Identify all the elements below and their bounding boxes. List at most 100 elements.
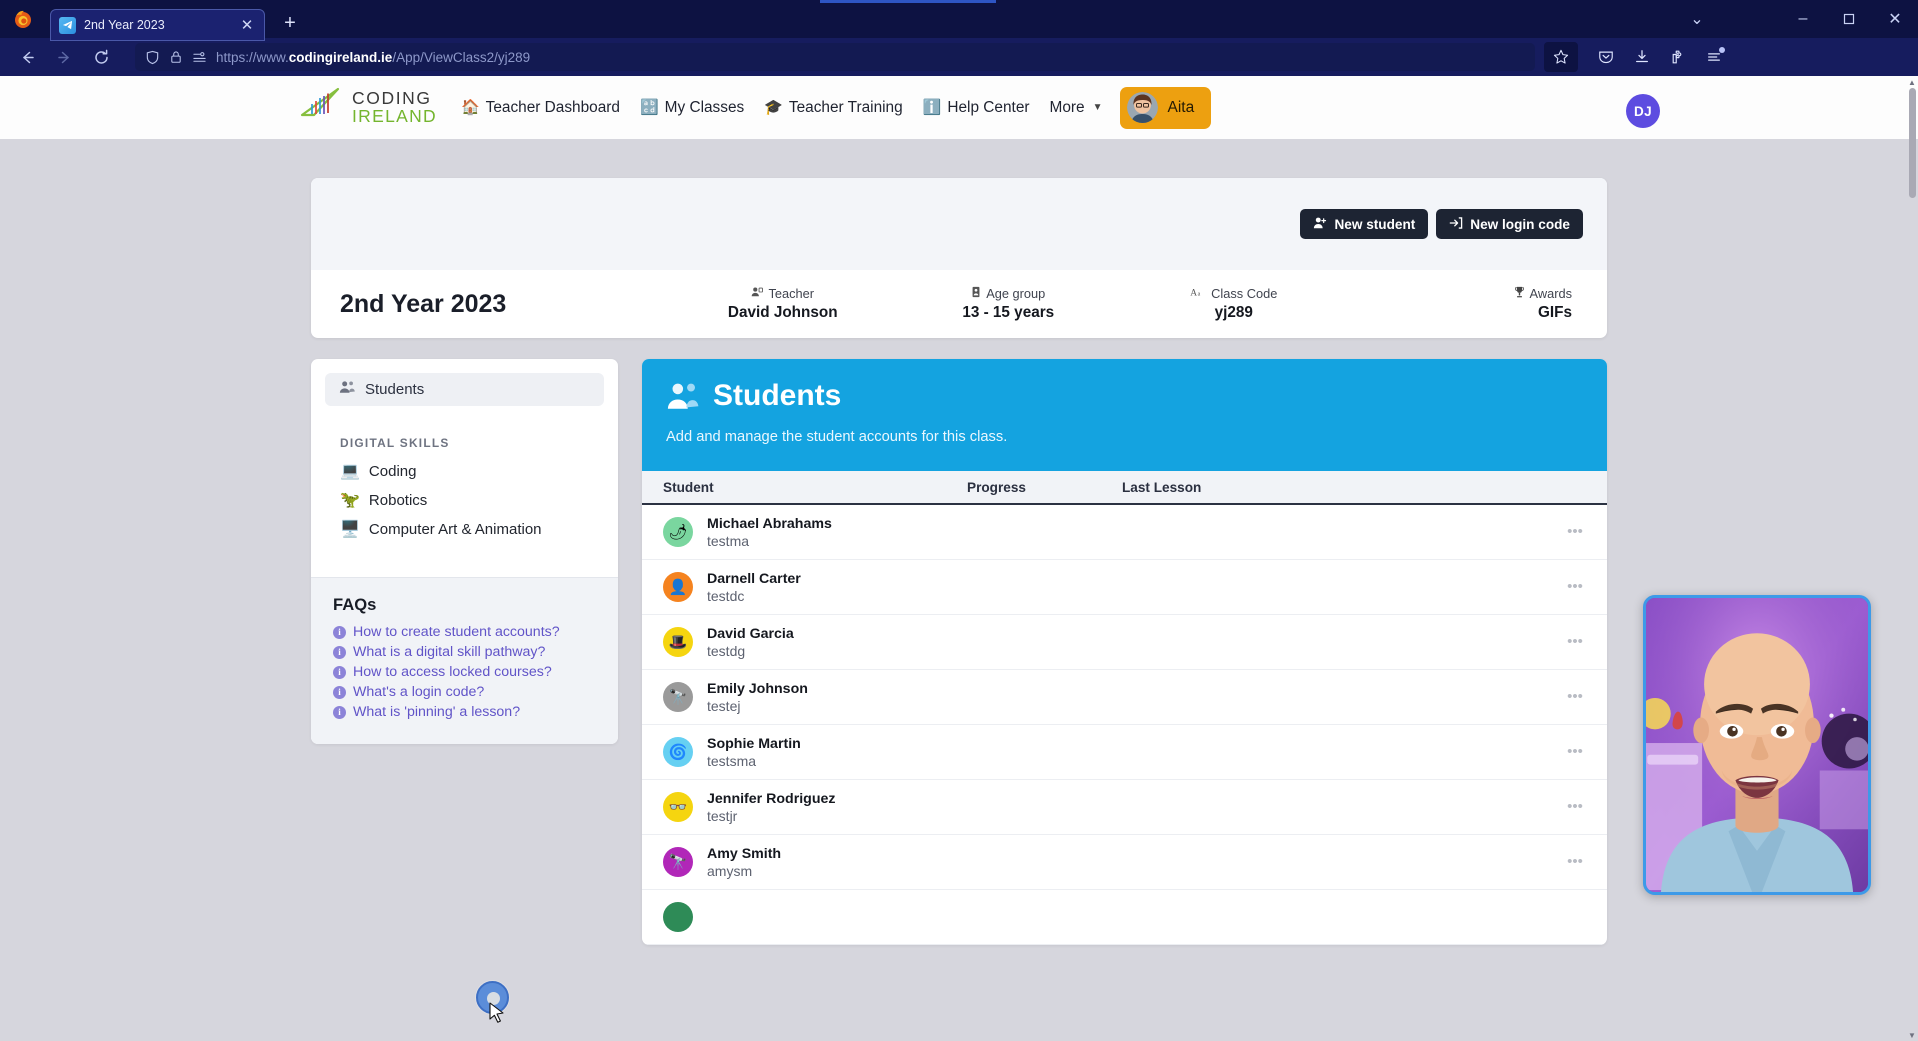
sidebar-item-label: Students — [365, 381, 425, 398]
button-label: New student — [1334, 216, 1416, 232]
info-icon: i — [333, 685, 346, 699]
sidebar-item-coding[interactable]: 💻 Coding — [325, 457, 604, 486]
firefox-logo-icon — [8, 0, 38, 38]
nav-label: My Classes — [664, 98, 745, 116]
table-row[interactable]: 🌀 Sophie Martin testsma • • • — [642, 725, 1607, 780]
page-scrollbar[interactable]: ▲ ▼ — [1906, 76, 1918, 1041]
sidebar-item-computer-art-animation[interactable]: 🖥️ Computer Art & Animation — [325, 515, 604, 544]
table-row[interactable]: 🎩 David Garcia testdg • • • — [642, 615, 1607, 670]
scroll-up-arrow[interactable]: ▲ — [1907, 76, 1917, 88]
faq-link-label: What is a digital skill pathway? — [353, 644, 546, 660]
faq-link[interactable]: i What's a login code? — [333, 684, 596, 700]
tab-strip: 2nd Year 2023 ✕ + ⌄ – ✕ — [0, 0, 1918, 41]
meta-label-row: Teacher — [670, 286, 896, 301]
url-path: /App/ViewClass2/yj289 — [392, 49, 531, 65]
faq-link[interactable]: i How to create student accounts? — [333, 624, 596, 640]
list-all-tabs-icon[interactable]: ⌄ — [1674, 0, 1720, 38]
faq-link-label: What is 'pinning' a lesson? — [353, 704, 521, 720]
permissions-icon[interactable] — [192, 50, 207, 65]
shield-icon[interactable] — [145, 50, 160, 65]
meta-label-row: Awards — [1347, 286, 1572, 301]
student-identity: Darnell Carter testdc — [707, 571, 801, 604]
house-icon: 🏠 — [460, 99, 480, 116]
sidebar-item-label: Coding — [368, 463, 417, 480]
browser-tab[interactable]: 2nd Year 2023 ✕ — [50, 9, 265, 41]
kebab-menu-icon[interactable]: • • • — [1543, 689, 1607, 704]
nav-teacher-dashboard[interactable]: 🏠 Teacher Dashboard — [461, 99, 620, 117]
browser-window: 2nd Year 2023 ✕ + ⌄ – ✕ https://www.codi… — [0, 0, 1918, 1041]
user-avatar[interactable]: DJ — [1626, 94, 1660, 128]
people-icon — [666, 381, 700, 411]
lock-icon[interactable] — [169, 50, 183, 64]
hero-title-row: Students — [666, 379, 1583, 413]
nav-label: More — [1049, 98, 1085, 116]
table-row-partial[interactable] — [642, 890, 1607, 945]
student-identity: Sophie Martin testsma — [707, 736, 801, 769]
back-icon[interactable] — [10, 42, 44, 72]
pocket-icon[interactable] — [1589, 42, 1623, 72]
table-row[interactable]: 🌶 Michael Abrahams testma • • • — [642, 505, 1607, 560]
new-login-code-button[interactable]: New login code — [1436, 209, 1583, 239]
student-name: Darnell Carter — [707, 570, 801, 587]
aita-assistant-button[interactable]: Aita — [1120, 86, 1212, 129]
forward-icon[interactable] — [47, 42, 81, 72]
student-cell: 🌶 Michael Abrahams testma — [642, 516, 967, 549]
student-identity: Jennifer Rodriguez testjr — [707, 791, 836, 824]
url-prefix: https://www. — [216, 49, 289, 65]
close-icon[interactable]: ✕ — [238, 18, 256, 33]
nav-help-center[interactable]: ℹ️ Help Center — [923, 99, 1030, 117]
nav-more[interactable]: More ▼ — [1050, 99, 1103, 117]
faq-link-label: How to access locked courses? — [353, 664, 552, 680]
faq-link[interactable]: i How to access locked courses? — [333, 664, 596, 680]
avatar: 👤 — [663, 572, 693, 602]
table-row[interactable]: 👤 Darnell Carter testdc • • • — [642, 560, 1607, 615]
meta-value: David Johnson — [727, 304, 838, 321]
meta-value: 13 - 15 years — [962, 304, 1055, 321]
maximize-icon[interactable] — [1826, 0, 1872, 38]
bookmark-star-icon[interactable] — [1544, 42, 1578, 72]
faq-section: FAQs i How to create student accounts? i… — [311, 577, 618, 744]
kebab-menu-icon[interactable]: • • • — [1543, 744, 1607, 759]
nav-teacher-training[interactable]: 🎓 Teacher Training — [764, 99, 902, 117]
table-row[interactable]: 🔭 Amy Smith amysm • • • — [642, 835, 1607, 890]
sidebar-item-robotics[interactable]: 🦖 Robotics — [325, 486, 604, 515]
sidebar-item-students[interactable]: Students — [325, 373, 604, 406]
new-tab-button[interactable]: + — [279, 12, 301, 35]
url-domain: codingireland.ie — [288, 49, 393, 65]
tab-title: 2nd Year 2023 — [84, 18, 165, 32]
faq-link[interactable]: i What is a digital skill pathway? — [333, 644, 596, 660]
scroll-down-arrow[interactable]: ▼ — [1907, 1029, 1917, 1041]
avatar: 🔭 — [663, 847, 693, 877]
class-meta-bar: 2nd Year 2023 Teacher David Johnson Age … — [311, 270, 1607, 338]
minimize-icon[interactable]: – — [1780, 0, 1826, 38]
panel-subtitle: Add and manage the student accounts for … — [666, 429, 1008, 445]
nav-my-classes[interactable]: 🔡 My Classes — [640, 99, 744, 117]
meta-label: Class Code — [1211, 286, 1278, 301]
close-window-icon[interactable]: ✕ — [1872, 0, 1918, 38]
app-menu-icon[interactable] — [1697, 42, 1731, 72]
downloads-icon[interactable] — [1625, 42, 1659, 72]
kebab-menu-icon[interactable]: • • • — [1543, 799, 1607, 814]
extensions-icon[interactable] — [1661, 42, 1695, 72]
avatar: 🔭 — [663, 682, 693, 712]
main-nav: 🏠 Teacher Dashboard 🔡 My Classes 🎓 Teach… — [461, 99, 1103, 117]
trophy-icon — [1514, 286, 1525, 301]
student-username: testma — [707, 532, 750, 549]
reload-icon[interactable] — [84, 42, 118, 72]
table-row[interactable]: 👓 Jennifer Rodriguez testjr • • • — [642, 780, 1607, 835]
kebab-menu-icon[interactable]: • • • — [1543, 634, 1607, 649]
faq-link[interactable]: i What is 'pinning' a lesson? — [333, 704, 596, 720]
kebab-menu-icon[interactable]: • • • — [1543, 524, 1607, 539]
new-student-button[interactable]: New student — [1300, 209, 1429, 239]
page-load-progress — [820, 0, 996, 3]
student-username: amysm — [707, 862, 753, 879]
graduation-cap-icon: 🎓 — [764, 99, 783, 116]
kebab-menu-icon[interactable]: • • • — [1543, 854, 1607, 869]
address-bar[interactable]: https://www.codingireland.ie/App/ViewCla… — [135, 43, 1535, 71]
table-row[interactable]: 🔭 Emily Johnson testej • • • — [642, 670, 1607, 725]
sidebar-item-label: Robotics — [368, 492, 428, 509]
kebab-menu-icon[interactable]: • • • — [1543, 579, 1607, 594]
column-header-last-lesson: Last Lesson — [1122, 479, 1202, 495]
scrollbar-thumb[interactable] — [1909, 88, 1916, 198]
site-logo[interactable]: CODING IRELAND — [292, 85, 437, 131]
